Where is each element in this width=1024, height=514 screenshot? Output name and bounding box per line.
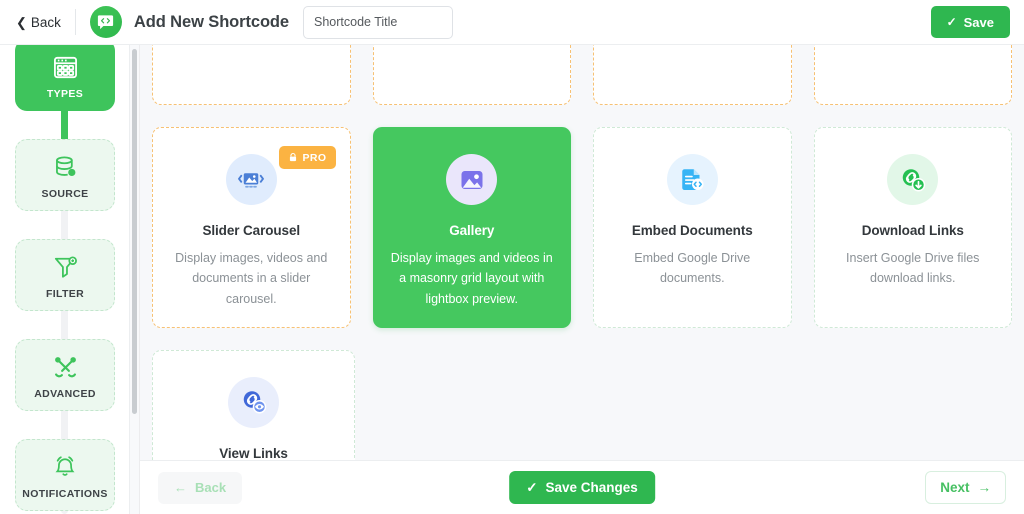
shortcode-type-grid: PRO Slider C [140,45,1024,460]
download-link-icon [887,154,938,205]
save-button[interactable]: ✓ Save [931,6,1010,38]
embed-document-icon [667,154,718,205]
wizard-sidebar: TYPES SOURCE [0,45,130,514]
card-description: Embed Google Drive documents. [610,248,775,289]
sidebar-item-label: ADVANCED [34,388,96,400]
funnel-filter-icon [52,252,79,282]
type-card-slider-carousel[interactable]: PRO Slider C [152,127,351,328]
type-card[interactable] [373,45,572,105]
save-button-label: Save [964,15,994,30]
sidebar-item-notifications[interactable]: NOTIFICATIONS [15,439,115,511]
type-card[interactable] [593,45,792,105]
card-row-1: PRO Slider C [152,127,1012,328]
card-title: View Links [219,446,288,460]
wizard-footer: ← Back ✓ Save Changes Next → [140,460,1024,514]
card-description: Insert Google Drive files download links… [831,248,996,289]
sidebar-item-label: NOTIFICATIONS [22,488,107,500]
shortcode-type-grid-inner: PRO Slider C [152,45,1012,460]
bell-icon [52,452,78,482]
card-title: Slider Carousel [202,223,300,238]
arrow-right-icon: → [978,480,992,495]
next-button-label: Next [940,480,969,495]
type-card-download-links[interactable]: Download Links Insert Google Drive files… [814,127,1013,328]
code-bubble-logo [90,6,122,38]
card-description: Display images, videos and documents in … [169,248,334,309]
type-card[interactable] [152,45,351,105]
type-card-view-links[interactable]: View Links Insert Google Drive files vie… [152,350,355,460]
lock-icon [288,152,298,163]
sidebar-item-filter[interactable]: FILTER [15,239,115,311]
sidebar-item-label: FILTER [46,288,84,300]
save-changes-button[interactable]: ✓ Save Changes [509,471,655,504]
card-row-2: View Links Insert Google Drive files vie… [152,350,1012,460]
check-icon: ✓ [947,15,957,29]
card-title: Gallery [449,223,494,238]
main-content: PRO Slider C [140,45,1024,514]
type-card-gallery[interactable]: Gallery Display images and videos in a m… [373,127,572,328]
sidebar-item-types[interactable]: TYPES [15,45,115,111]
card-row-above [152,45,1012,105]
save-changes-label: Save Changes [546,480,638,495]
layout-types-icon [52,52,79,82]
footer-back-button[interactable]: ← Back [158,472,242,504]
check-icon: ✓ [526,480,537,496]
type-card-embed-documents[interactable]: Embed Documents Embed Google Drive docum… [593,127,792,328]
app-header: ❮ Back Add New Shortcode ✓ Save [0,0,1024,45]
chevron-left-icon: ❮ [16,16,27,29]
tools-cross-icon [52,352,79,382]
shortcode-builder-app: ❮ Back Add New Shortcode ✓ Save [0,0,1024,514]
next-button[interactable]: Next → [925,471,1006,504]
view-link-icon [228,377,279,428]
sidebar-nav-list: TYPES SOURCE [0,45,130,514]
type-card[interactable] [814,45,1013,105]
card-description: Display images and videos in a masonry g… [390,248,555,309]
sidebar-item-label: TYPES [47,88,83,100]
content-scrollbar[interactable] [130,45,140,514]
database-icon [52,152,79,182]
gallery-image-icon [446,154,497,205]
header-back-label: Back [31,15,61,30]
sidebar-item-source[interactable]: SOURCE [15,139,115,211]
scrollbar-thumb[interactable] [132,49,137,414]
sidebar-item-label: SOURCE [41,188,88,200]
slider-carousel-icon [226,154,277,205]
shortcode-title-input[interactable] [303,6,453,39]
header-back-link[interactable]: ❮ Back [16,15,75,30]
footer-back-label: Back [195,480,226,495]
page-title: Add New Shortcode [134,13,289,32]
card-title: Embed Documents [632,223,753,238]
sidebar-item-advanced[interactable]: ADVANCED [15,339,115,411]
pro-badge-label: PRO [303,152,327,164]
header-divider [75,9,76,35]
body-wrapper: TYPES SOURCE [0,45,1024,514]
arrow-left-icon: ← [174,480,187,495]
pro-badge: PRO [279,146,336,169]
card-title: Download Links [862,223,964,238]
